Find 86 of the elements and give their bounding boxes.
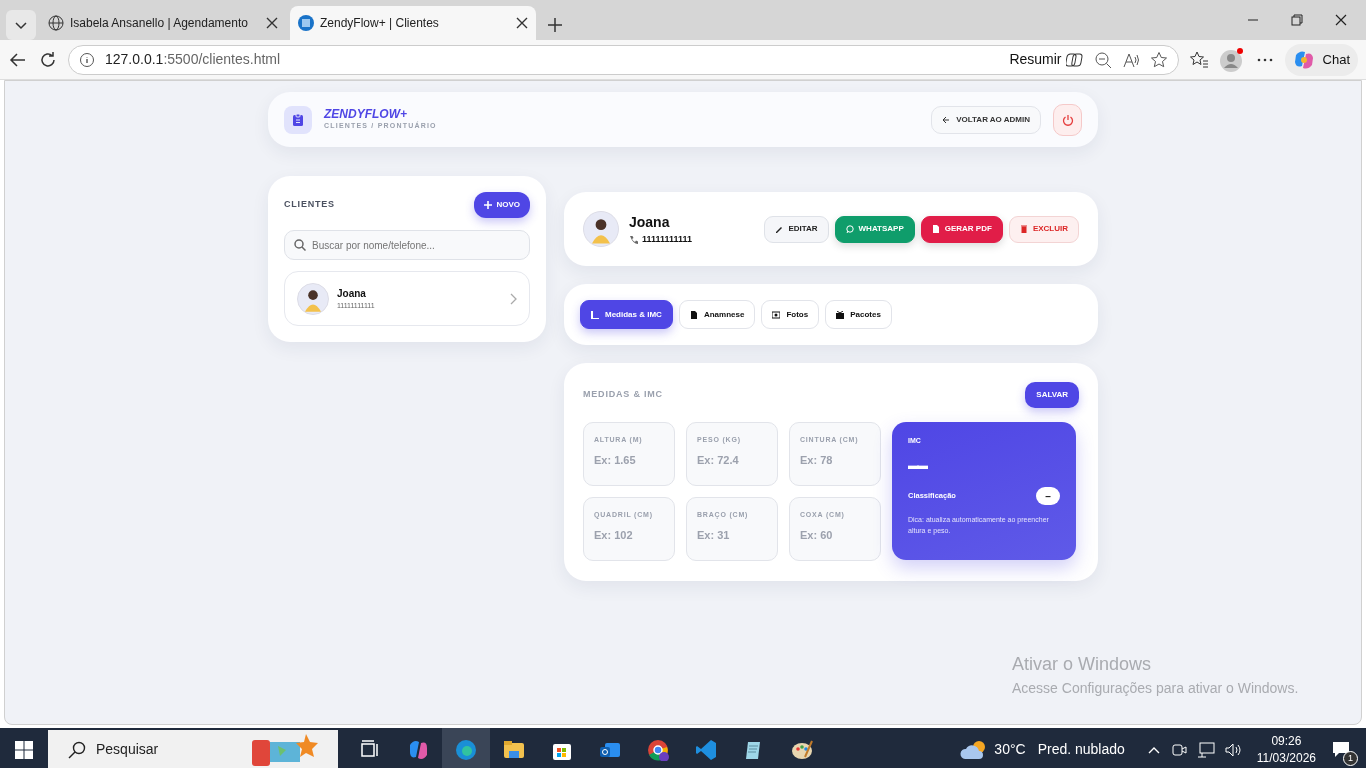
clock-date: 11/03/2026 — [1256, 749, 1316, 767]
edit-button[interactable]: EDITAR — [764, 215, 829, 243]
network-icon[interactable] — [1196, 741, 1215, 758]
phone-icon — [629, 235, 638, 244]
client-name: Joana — [337, 286, 367, 301]
delete-button[interactable]: EXCLUIR — [1008, 215, 1079, 243]
measure-input[interactable]: Ex: 1.65 — [594, 451, 664, 468]
measure-input[interactable]: Ex: 72.4 — [697, 451, 767, 468]
measure-input[interactable]: Ex: 78 — [800, 451, 870, 468]
tab-list-icon[interactable] — [6, 10, 36, 40]
palette-icon[interactable] — [791, 738, 813, 761]
close-icon[interactable] — [1334, 13, 1348, 27]
browser-tab[interactable]: Isabela Ansanello | Agendamento — [40, 6, 286, 40]
zoom-out-icon[interactable] — [1093, 50, 1112, 69]
save-button[interactable]: SALVAR — [1025, 382, 1079, 408]
back-button[interactable]: VOLTAR AO ADMIN — [931, 105, 1041, 134]
clipboard-icon — [284, 105, 312, 134]
bmi-value: ▬▬ — [908, 457, 928, 473]
chevron-right-icon — [509, 292, 517, 305]
pencil-icon — [775, 225, 784, 233]
arrow-left-icon — [942, 115, 951, 124]
new-button[interactable]: NOVO — [474, 192, 530, 218]
tab-title: ZendyFlow+ | Clientes — [320, 15, 440, 32]
restore-icon[interactable] — [1290, 13, 1304, 27]
favorites-icon[interactable] — [1188, 49, 1209, 70]
volume-icon[interactable] — [1224, 741, 1243, 758]
brand-name: ZENDYFLOW+ — [324, 107, 408, 121]
search-icon — [294, 239, 306, 251]
power-button[interactable] — [1053, 103, 1082, 136]
info-icon — [79, 51, 95, 68]
url-text: 127.0.0.1:5500/clientes.html — [105, 50, 281, 69]
taskbar-search[interactable]: Pesquisar — [48, 729, 338, 768]
code-editor-icon[interactable] — [695, 738, 717, 761]
measure-input[interactable]: Ex: 60 — [800, 526, 870, 543]
page-icon — [298, 15, 314, 31]
client-name: Joana — [629, 212, 671, 232]
measure-input[interactable]: Ex: 31 — [697, 526, 767, 543]
temperature: 30°C — [994, 740, 1026, 759]
section-title: MEDIDAS & IMC — [583, 388, 663, 402]
client-phone: 11111111111 — [642, 232, 693, 246]
tab[interactable]: Pacotes — [825, 300, 892, 329]
notification-count: 1 — [1343, 751, 1358, 766]
summarize-button[interactable]: Resumir — [1009, 49, 1084, 70]
tab-title: Isabela Ansanello | Agendamento — [70, 15, 249, 32]
copilot-icon[interactable] — [407, 738, 429, 761]
notification-icon[interactable] — [1332, 741, 1352, 760]
activation-text: Acesse Configurações para ativar o Windows. — [1012, 679, 1299, 698]
windows-logo-icon — [15, 740, 33, 759]
chat-bubble-icon — [845, 225, 854, 233]
chat-button[interactable]: Chat — [1284, 43, 1358, 76]
power-icon — [1061, 113, 1074, 126]
address-field[interactable]: 127.0.0.1:5500/clientes.html Resumir — [68, 44, 1179, 75]
profile-icon[interactable] — [1218, 46, 1245, 73]
copilot-icon — [1065, 50, 1084, 69]
avatar-icon — [297, 282, 329, 315]
activation-title: Ativar o Windows — [1012, 653, 1153, 676]
classification-badge: – — [1036, 487, 1060, 505]
clock-time: 09:26 — [1270, 732, 1303, 750]
avatar-icon — [583, 211, 619, 247]
chart-icon — [591, 310, 599, 319]
chrome-icon[interactable] — [647, 738, 669, 761]
file-icon — [931, 225, 940, 233]
pdf-button[interactable]: GERAR PDF — [920, 215, 1003, 243]
search-field[interactable]: Buscar por nome/telefone... — [284, 230, 530, 260]
search-icon — [68, 740, 86, 759]
camera-icon[interactable] — [1170, 741, 1187, 758]
image-icon — [772, 310, 781, 319]
close-icon[interactable] — [516, 17, 528, 29]
measure-input[interactable]: Ex: 102 — [594, 526, 664, 543]
tab[interactable]: Fotos — [761, 300, 820, 329]
panel-title: CLIENTES — [284, 198, 335, 212]
edge-icon[interactable] — [455, 738, 477, 761]
tab[interactable]: Medidas & IMC — [580, 300, 673, 329]
file-icon — [689, 310, 698, 319]
plus-icon — [484, 201, 493, 209]
star-icon[interactable] — [1149, 50, 1168, 69]
trash-icon — [1019, 225, 1028, 233]
weather-text: Pred. nublado — [1037, 740, 1125, 759]
reload-icon[interactable] — [38, 49, 58, 70]
close-icon[interactable] — [266, 17, 278, 29]
globe-icon — [48, 15, 64, 31]
box-icon — [836, 310, 845, 319]
tab[interactable]: Anamnese — [678, 300, 756, 329]
browser-tab[interactable]: ZendyFlow+ | Clientes — [290, 6, 536, 40]
copilot-icon — [1292, 48, 1315, 71]
folder-icon[interactable] — [503, 738, 525, 761]
